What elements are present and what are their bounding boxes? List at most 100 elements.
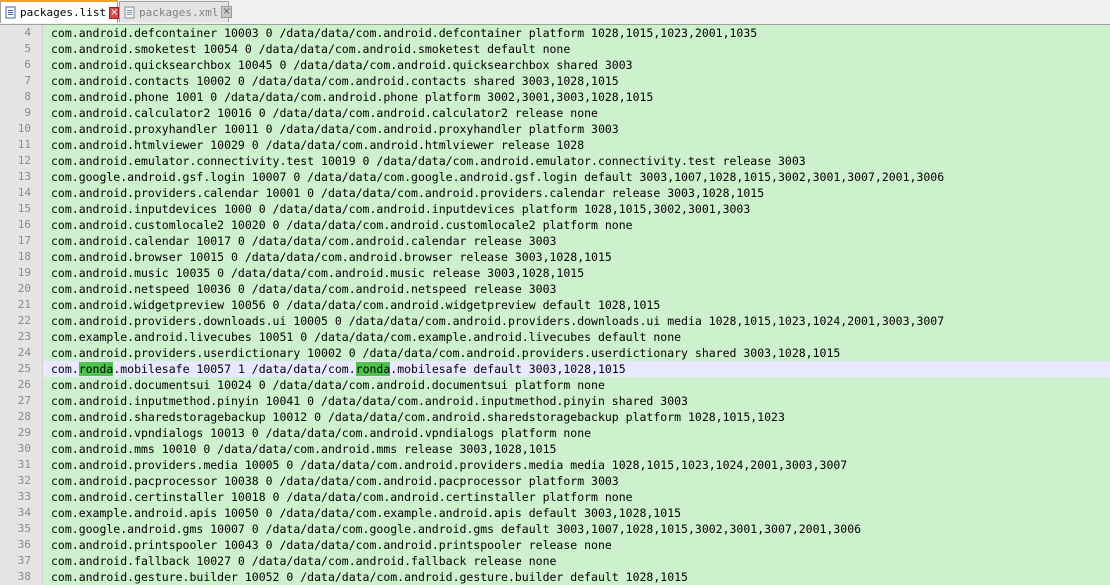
- line-text: com.android.calendar 10017 0 /data/data/…: [43, 233, 1110, 249]
- line-text: com.android.providers.userdictionary 100…: [43, 345, 1110, 361]
- code-line[interactable]: 21 com.android.widgetpreview 10056 0 /dat…: [0, 297, 1110, 313]
- code-line[interactable]: 33 com.android.certinstaller 10018 0 /dat…: [0, 489, 1110, 505]
- line-number: 16: [17, 218, 31, 231]
- line-number: 4: [24, 26, 31, 39]
- line-text: com.android.fallback 10027 0 /data/data/…: [43, 553, 1110, 569]
- line-text: com.android.inputmethod.pinyin 10041 0 /…: [43, 393, 1110, 409]
- code-line[interactable]: 14 com.android.providers.calendar 10001 0…: [0, 185, 1110, 201]
- line-number: 22: [17, 314, 31, 327]
- code-line[interactable]: 5 com.android.smoketest 10054 0 /data/dat…: [0, 41, 1110, 57]
- line-text: com.google.android.gsf.login 10007 0 /da…: [43, 169, 1110, 185]
- code-line[interactable]: 30 com.android.mms 10010 0 /data/data/com…: [0, 441, 1110, 457]
- line-text: com.android.mms 10010 0 /data/data/com.a…: [43, 441, 1110, 457]
- line-text: com.android.inputdevices 1000 0 /data/da…: [43, 201, 1110, 217]
- code-line[interactable]: 6 com.android.quicksearchbox 10045 0 /dat…: [0, 57, 1110, 73]
- line-text: com.example.android.apis 10050 0 /data/d…: [43, 505, 1110, 521]
- line-text: com.android.gesture.builder 10052 0 /dat…: [43, 569, 1110, 585]
- tab-packages-xml[interactable]: packages.xml ×: [119, 1, 232, 22]
- line-text: com.android.providers.media 10005 0 /dat…: [43, 457, 1110, 473]
- code-line[interactable]: 17 com.android.calendar 10017 0 /data/dat…: [0, 233, 1110, 249]
- line-number: 36: [17, 538, 31, 551]
- line-number: 26: [17, 378, 31, 391]
- line-text: com.android.emulator.connectivity.test 1…: [43, 153, 1110, 169]
- code-line[interactable]: 22 com.android.providers.downloads.ui 100…: [0, 313, 1110, 329]
- line-number: 5: [24, 42, 31, 55]
- line-number: 15: [17, 202, 31, 215]
- code-line[interactable]: 4 com.android.defcontainer 10003 0 /data/…: [0, 25, 1110, 41]
- code-line[interactable]: 19 com.android.music 10035 0 /data/data/c…: [0, 265, 1110, 281]
- line-number: 23: [17, 330, 31, 343]
- line-number: 28: [17, 410, 31, 423]
- code-line[interactable]: 7 com.android.contacts 10002 0 /data/data…: [0, 73, 1110, 89]
- line-text: com.android.providers.downloads.ui 10005…: [43, 313, 1110, 329]
- line-number: 9: [24, 106, 31, 119]
- line-number: 38: [17, 570, 31, 583]
- line-text: com.android.widgetpreview 10056 0 /data/…: [43, 297, 1110, 313]
- code-line[interactable]: 34 com.example.android.apis 10050 0 /data…: [0, 505, 1110, 521]
- line-text: com.android.htmlviewer 10029 0 /data/dat…: [43, 137, 1110, 153]
- code-line[interactable]: 36 com.android.printspooler 10043 0 /data…: [0, 537, 1110, 553]
- code-line[interactable]: 25 com.ronda.mobilesafe 10057 1 /data/dat…: [0, 361, 1110, 377]
- line-text: com.android.customlocale2 10020 0 /data/…: [43, 217, 1110, 233]
- line-text: com.android.calculator2 10016 0 /data/da…: [43, 105, 1110, 121]
- line-text: com.android.sharedstoragebackup 10012 0 …: [43, 409, 1110, 425]
- search-match: ronda: [78, 362, 114, 376]
- line-number: 7: [24, 74, 31, 87]
- search-match: ronda: [355, 362, 391, 376]
- code-line[interactable]: 8 com.android.phone 1001 0 /data/data/com…: [0, 89, 1110, 105]
- line-number: 12: [17, 154, 31, 167]
- line-number: 27: [17, 394, 31, 407]
- line-text: com.android.browser 10015 0 /data/data/c…: [43, 249, 1110, 265]
- code-line[interactable]: 31 com.android.providers.media 10005 0 /d…: [0, 457, 1110, 473]
- code-line[interactable]: 15 com.android.inputdevices 1000 0 /data/…: [0, 201, 1110, 217]
- text-editor[interactable]: 4 com.android.defcontainer 10003 0 /data/…: [0, 25, 1110, 585]
- code-line[interactable]: 28 com.android.sharedstoragebackup 10012 …: [0, 409, 1110, 425]
- close-icon[interactable]: ×: [221, 6, 232, 18]
- line-number: 25: [17, 362, 31, 375]
- code-line[interactable]: 11 com.android.htmlviewer 10029 0 /data/d…: [0, 137, 1110, 153]
- code-line[interactable]: 26 com.android.documentsui 10024 0 /data/…: [0, 377, 1110, 393]
- line-number: 31: [17, 458, 31, 471]
- code-line[interactable]: 37 com.android.fallback 10027 0 /data/dat…: [0, 553, 1110, 569]
- line-text: com.android.proxyhandler 10011 0 /data/d…: [43, 121, 1110, 137]
- line-number: 32: [17, 474, 31, 487]
- tab-packages-list[interactable]: packages.list ×: [0, 0, 120, 23]
- code-line[interactable]: 12 com.android.emulator.connectivity.test…: [0, 153, 1110, 169]
- code-line[interactable]: 9 com.android.calculator2 10016 0 /data/d…: [0, 105, 1110, 121]
- line-number: 14: [17, 186, 31, 199]
- line-number: 8: [24, 90, 31, 103]
- line-number: 37: [17, 554, 31, 567]
- line-text: com.android.netspeed 10036 0 /data/data/…: [43, 281, 1110, 297]
- line-number: 35: [17, 522, 31, 535]
- line-number: 10: [17, 122, 31, 135]
- line-text: com.android.contacts 10002 0 /data/data/…: [43, 73, 1110, 89]
- line-number: 29: [17, 426, 31, 439]
- line-number: 6: [24, 58, 31, 71]
- code-line[interactable]: 20 com.android.netspeed 10036 0 /data/dat…: [0, 281, 1110, 297]
- code-line[interactable]: 10 com.android.proxyhandler 10011 0 /data…: [0, 121, 1110, 137]
- line-text: com.android.quicksearchbox 10045 0 /data…: [43, 57, 1110, 73]
- code-line[interactable]: 16 com.android.customlocale2 10020 0 /dat…: [0, 217, 1110, 233]
- tab-label: packages.list: [20, 6, 107, 19]
- code-line[interactable]: 24 com.android.providers.userdictionary 1…: [0, 345, 1110, 361]
- code-line[interactable]: 35 com.google.android.gms 10007 0 /data/d…: [0, 521, 1110, 537]
- code-line[interactable]: 29 com.android.vpndialogs 10013 0 /data/d…: [0, 425, 1110, 441]
- line-number: 19: [17, 266, 31, 279]
- code-line[interactable]: 38 com.android.gesture.builder 10052 0 /d…: [0, 569, 1110, 585]
- editor-lines: 4 com.android.defcontainer 10003 0 /data/…: [0, 25, 1110, 585]
- line-text: com.android.smoketest 10054 0 /data/data…: [43, 41, 1110, 57]
- code-line[interactable]: 18 com.android.browser 10015 0 /data/data…: [0, 249, 1110, 265]
- line-number: 18: [17, 250, 31, 263]
- line-number: 30: [17, 442, 31, 455]
- code-line[interactable]: 32 com.android.pacprocessor 10038 0 /data…: [0, 473, 1110, 489]
- file-icon: [5, 6, 17, 19]
- code-line[interactable]: 13 com.google.android.gsf.login 10007 0 /…: [0, 169, 1110, 185]
- line-text: com.android.certinstaller 10018 0 /data/…: [43, 489, 1110, 505]
- line-text: com.ronda.mobilesafe 10057 1 /data/data/…: [43, 361, 1110, 377]
- line-number: 20: [17, 282, 31, 295]
- close-icon[interactable]: ×: [109, 6, 120, 19]
- line-text: com.android.phone 1001 0 /data/data/com.…: [43, 89, 1110, 105]
- code-line[interactable]: 27 com.android.inputmethod.pinyin 10041 0…: [0, 393, 1110, 409]
- line-number: 33: [17, 490, 31, 503]
- code-line[interactable]: 23 com.example.android.livecubes 10051 0 …: [0, 329, 1110, 345]
